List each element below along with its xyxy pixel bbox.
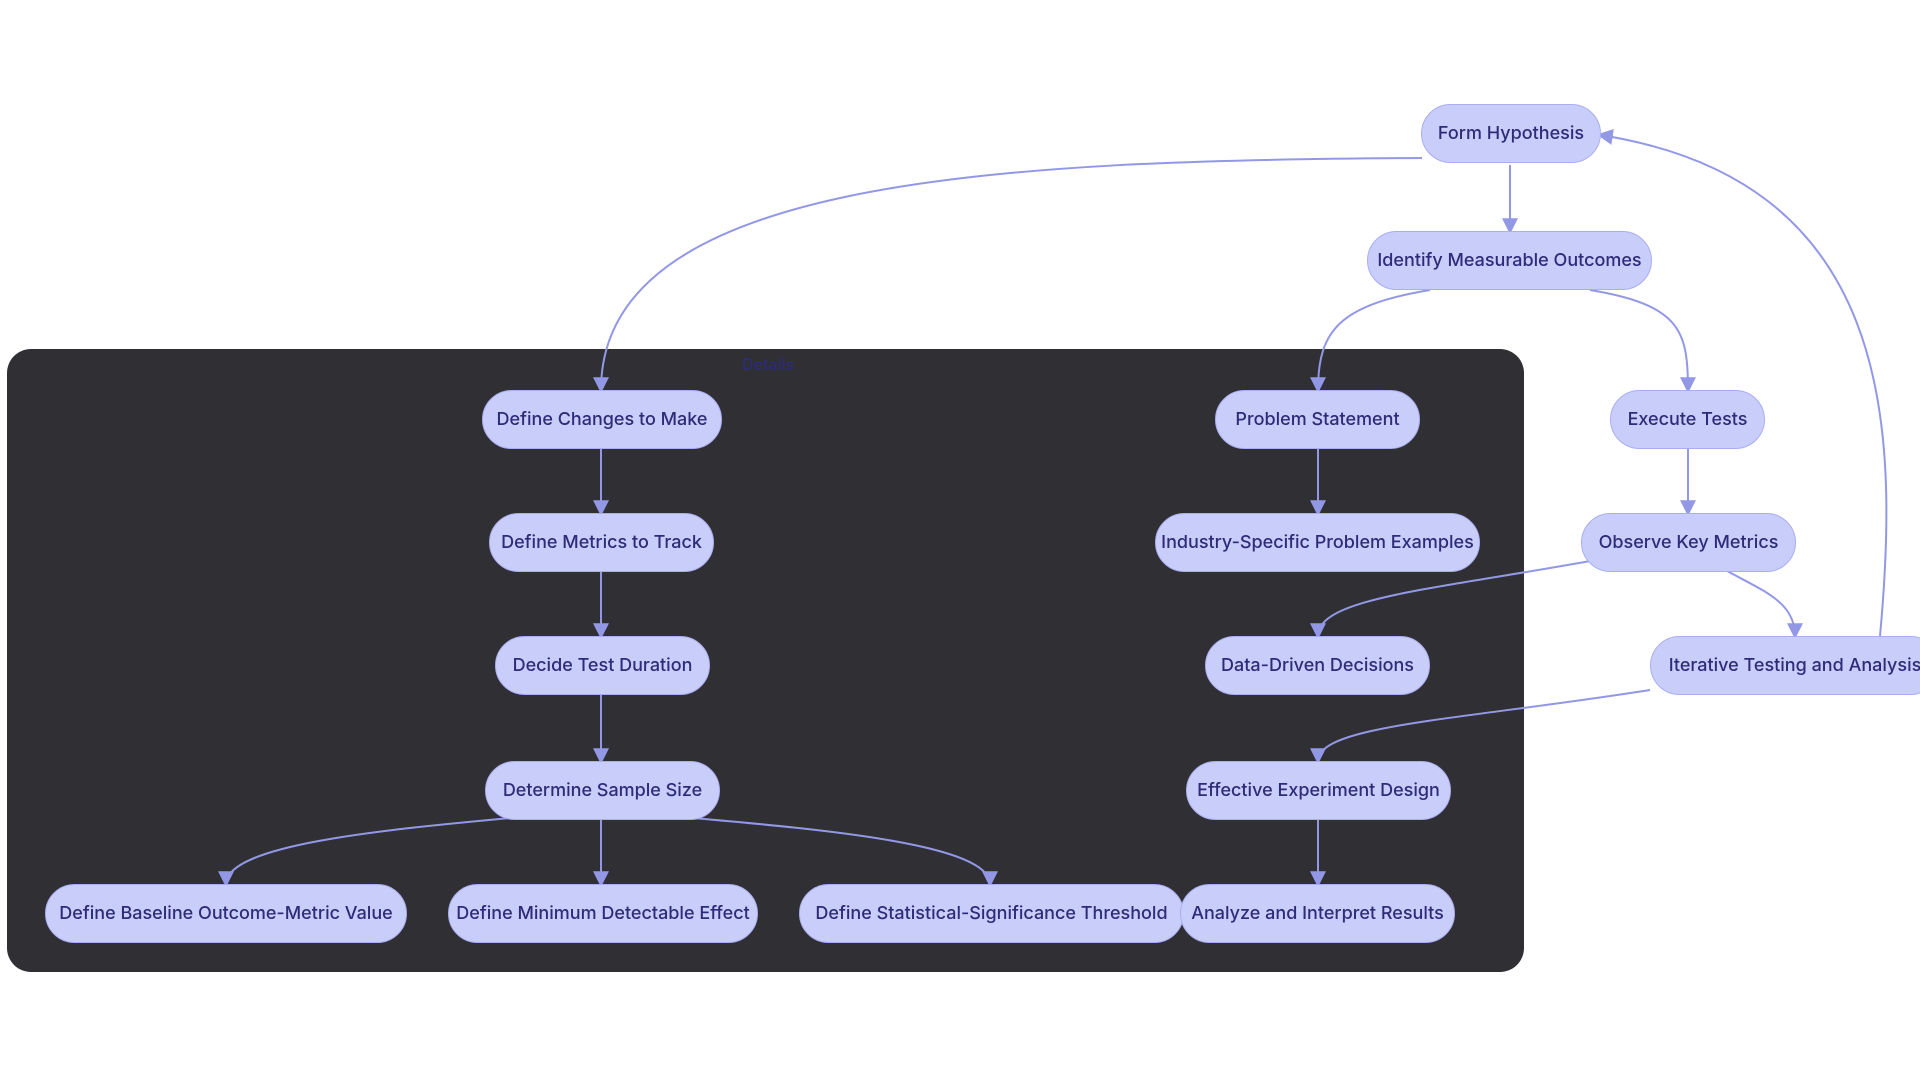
flowchart-canvas: Details xyxy=(0,0,1920,1080)
node-analyze-results[interactable]: Analyze and Interpret Results xyxy=(1180,884,1455,943)
node-iterative[interactable]: Iterative Testing and Analysis xyxy=(1650,636,1920,695)
edge-identify-to-execute xyxy=(1590,290,1688,390)
node-define-changes[interactable]: Define Changes to Make xyxy=(482,390,722,449)
edge-observe-to-iterative xyxy=(1720,567,1795,636)
node-effective-design[interactable]: Effective Experiment Design xyxy=(1186,761,1451,820)
node-execute-tests[interactable]: Execute Tests xyxy=(1610,390,1765,449)
node-decide-duration[interactable]: Decide Test Duration xyxy=(495,636,710,695)
node-statsig[interactable]: Define Statistical-Significance Threshol… xyxy=(799,884,1184,943)
node-data-driven[interactable]: Data-Driven Decisions xyxy=(1205,636,1430,695)
node-mde[interactable]: Define Minimum Detectable Effect xyxy=(448,884,758,943)
node-problem-statement[interactable]: Problem Statement xyxy=(1215,390,1420,449)
node-determine-sample[interactable]: Determine Sample Size xyxy=(485,761,720,820)
node-form-hypothesis[interactable]: Form Hypothesis xyxy=(1421,104,1601,163)
node-define-metrics[interactable]: Define Metrics to Track xyxy=(489,513,714,572)
node-identify-measurable[interactable]: Identify Measurable Outcomes xyxy=(1367,231,1652,290)
node-baseline[interactable]: Define Baseline Outcome-Metric Value xyxy=(45,884,407,943)
node-observe-metrics[interactable]: Observe Key Metrics xyxy=(1581,513,1796,572)
node-industry-examples[interactable]: Industry-Specific Problem Examples xyxy=(1155,513,1480,572)
details-panel-label: Details xyxy=(742,354,794,374)
